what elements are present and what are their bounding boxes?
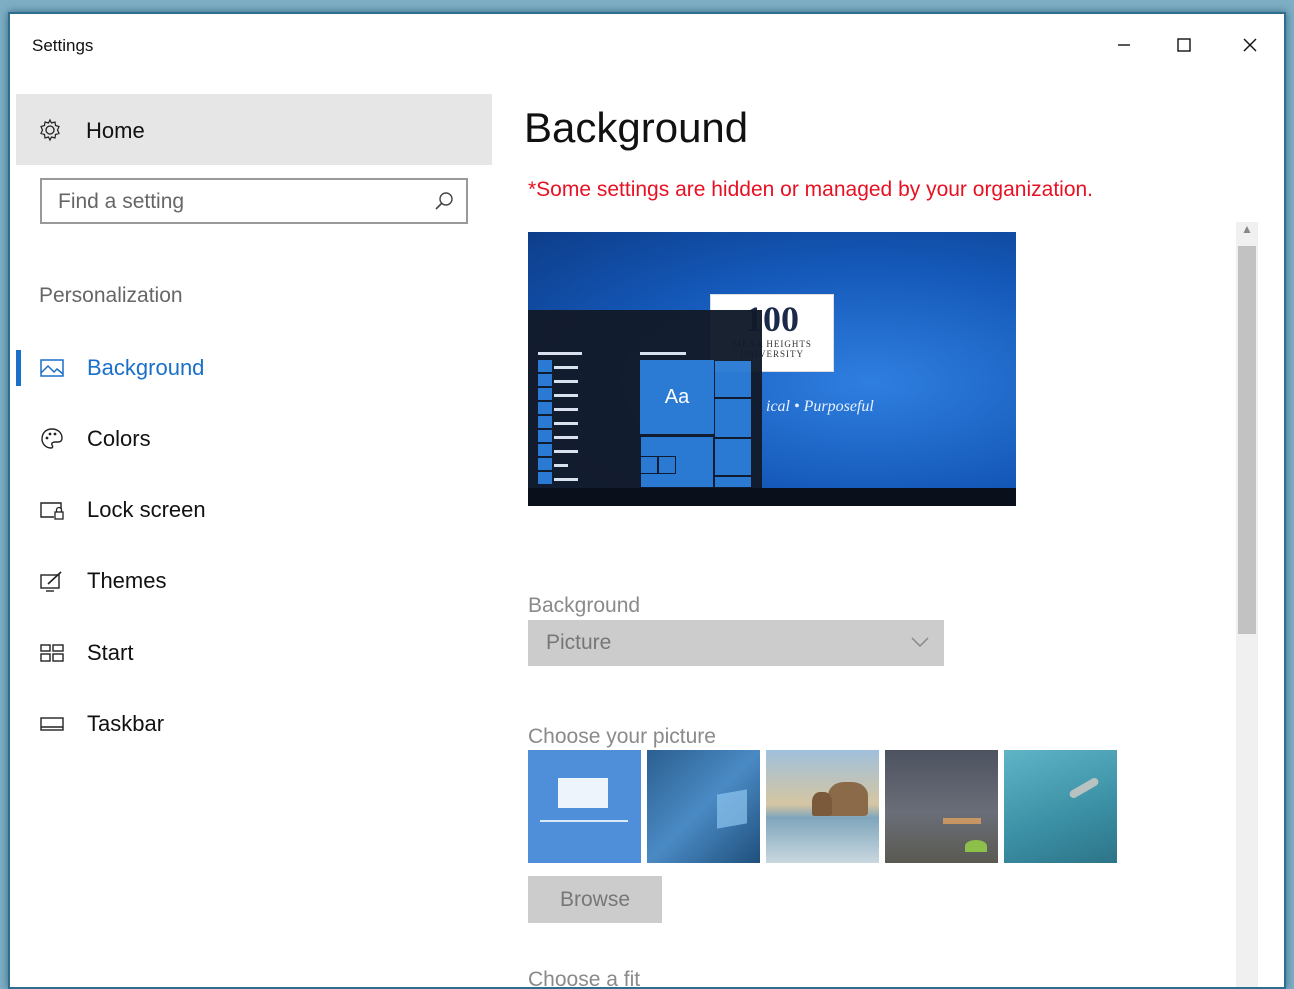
taskbar-icon (40, 717, 64, 731)
search-box (40, 178, 468, 224)
sidebar-item-label: Background (87, 355, 205, 380)
thumbnail-windows-hero[interactable] (647, 750, 760, 863)
gear-icon (40, 118, 60, 142)
lock-screen-icon (40, 502, 64, 520)
sidebar-item-taskbar[interactable]: Taskbar (16, 694, 492, 754)
search-input[interactable] (56, 188, 420, 216)
maximize-icon (1177, 38, 1191, 52)
preview-tagline: ical • Purposeful (766, 398, 874, 415)
sidebar-item-themes[interactable]: Themes (16, 551, 492, 611)
sidebar-item-label: Lock screen (87, 497, 206, 522)
scrollbar-thumb[interactable] (1238, 246, 1256, 634)
start-icon (40, 644, 64, 662)
search-icon[interactable] (434, 191, 454, 211)
sidebar-item-label: Themes (87, 568, 167, 593)
sidebar-item-start[interactable]: Start (16, 623, 492, 683)
sidebar-item-label: Colors (87, 426, 151, 451)
preview-taskbar (528, 488, 1016, 506)
desktop-preview: 100 SIENA HEIGHTS UNIVERSITY ical • Purp… (528, 232, 1016, 506)
home-label: Home (86, 118, 145, 143)
background-dropdown[interactable]: Picture (528, 620, 944, 666)
minimize-button[interactable] (1104, 32, 1144, 58)
org-warning: *Some settings are hidden or managed by … (528, 178, 1094, 201)
sidebar-item-label: Start (87, 640, 134, 665)
background-dropdown-value: Picture (546, 631, 612, 654)
close-button[interactable] (1230, 32, 1270, 58)
themes-icon (40, 571, 62, 592)
close-icon (1243, 38, 1257, 52)
thumbnail-underwater[interactable] (1004, 750, 1117, 863)
thumbnail-night-sky[interactable] (885, 750, 998, 863)
choose-picture-label: Choose your picture (528, 725, 716, 748)
page-title: Background (524, 104, 749, 151)
background-label: Background (528, 594, 641, 617)
home-nav-item[interactable]: Home (16, 94, 492, 165)
title-bar: Settings (10, 14, 1284, 74)
picture-icon (40, 359, 64, 377)
main-content: Background *Some settings are hidden or … (514, 74, 1260, 987)
chevron-down-icon (911, 637, 929, 648)
window-title: Settings (32, 36, 94, 55)
scrollbar[interactable]: ▲ (1236, 222, 1258, 987)
palette-icon (41, 428, 63, 449)
sidebar: Home Personalization Background Colors (16, 94, 492, 987)
sidebar-item-label: Taskbar (87, 711, 165, 736)
settings-window: Settings Home Personalization (8, 12, 1286, 989)
active-indicator (16, 350, 21, 386)
minimize-icon (1118, 44, 1130, 46)
preview-tile-aa: Aa (640, 360, 714, 434)
scroll-up-icon[interactable]: ▲ (1236, 222, 1258, 242)
sidebar-item-colors[interactable]: Colors (16, 409, 492, 469)
thumbnail-siena-heights[interactable] (528, 750, 641, 863)
section-heading: Personalization (39, 284, 183, 307)
sidebar-item-background[interactable]: Background (16, 338, 492, 398)
maximize-button[interactable] (1164, 32, 1204, 58)
sidebar-item-lock-screen[interactable]: Lock screen (16, 480, 492, 540)
choose-fit-label: Choose a fit (528, 968, 641, 989)
browse-button[interactable]: Browse (528, 876, 662, 923)
thumbnail-beach-rocks[interactable] (766, 750, 879, 863)
